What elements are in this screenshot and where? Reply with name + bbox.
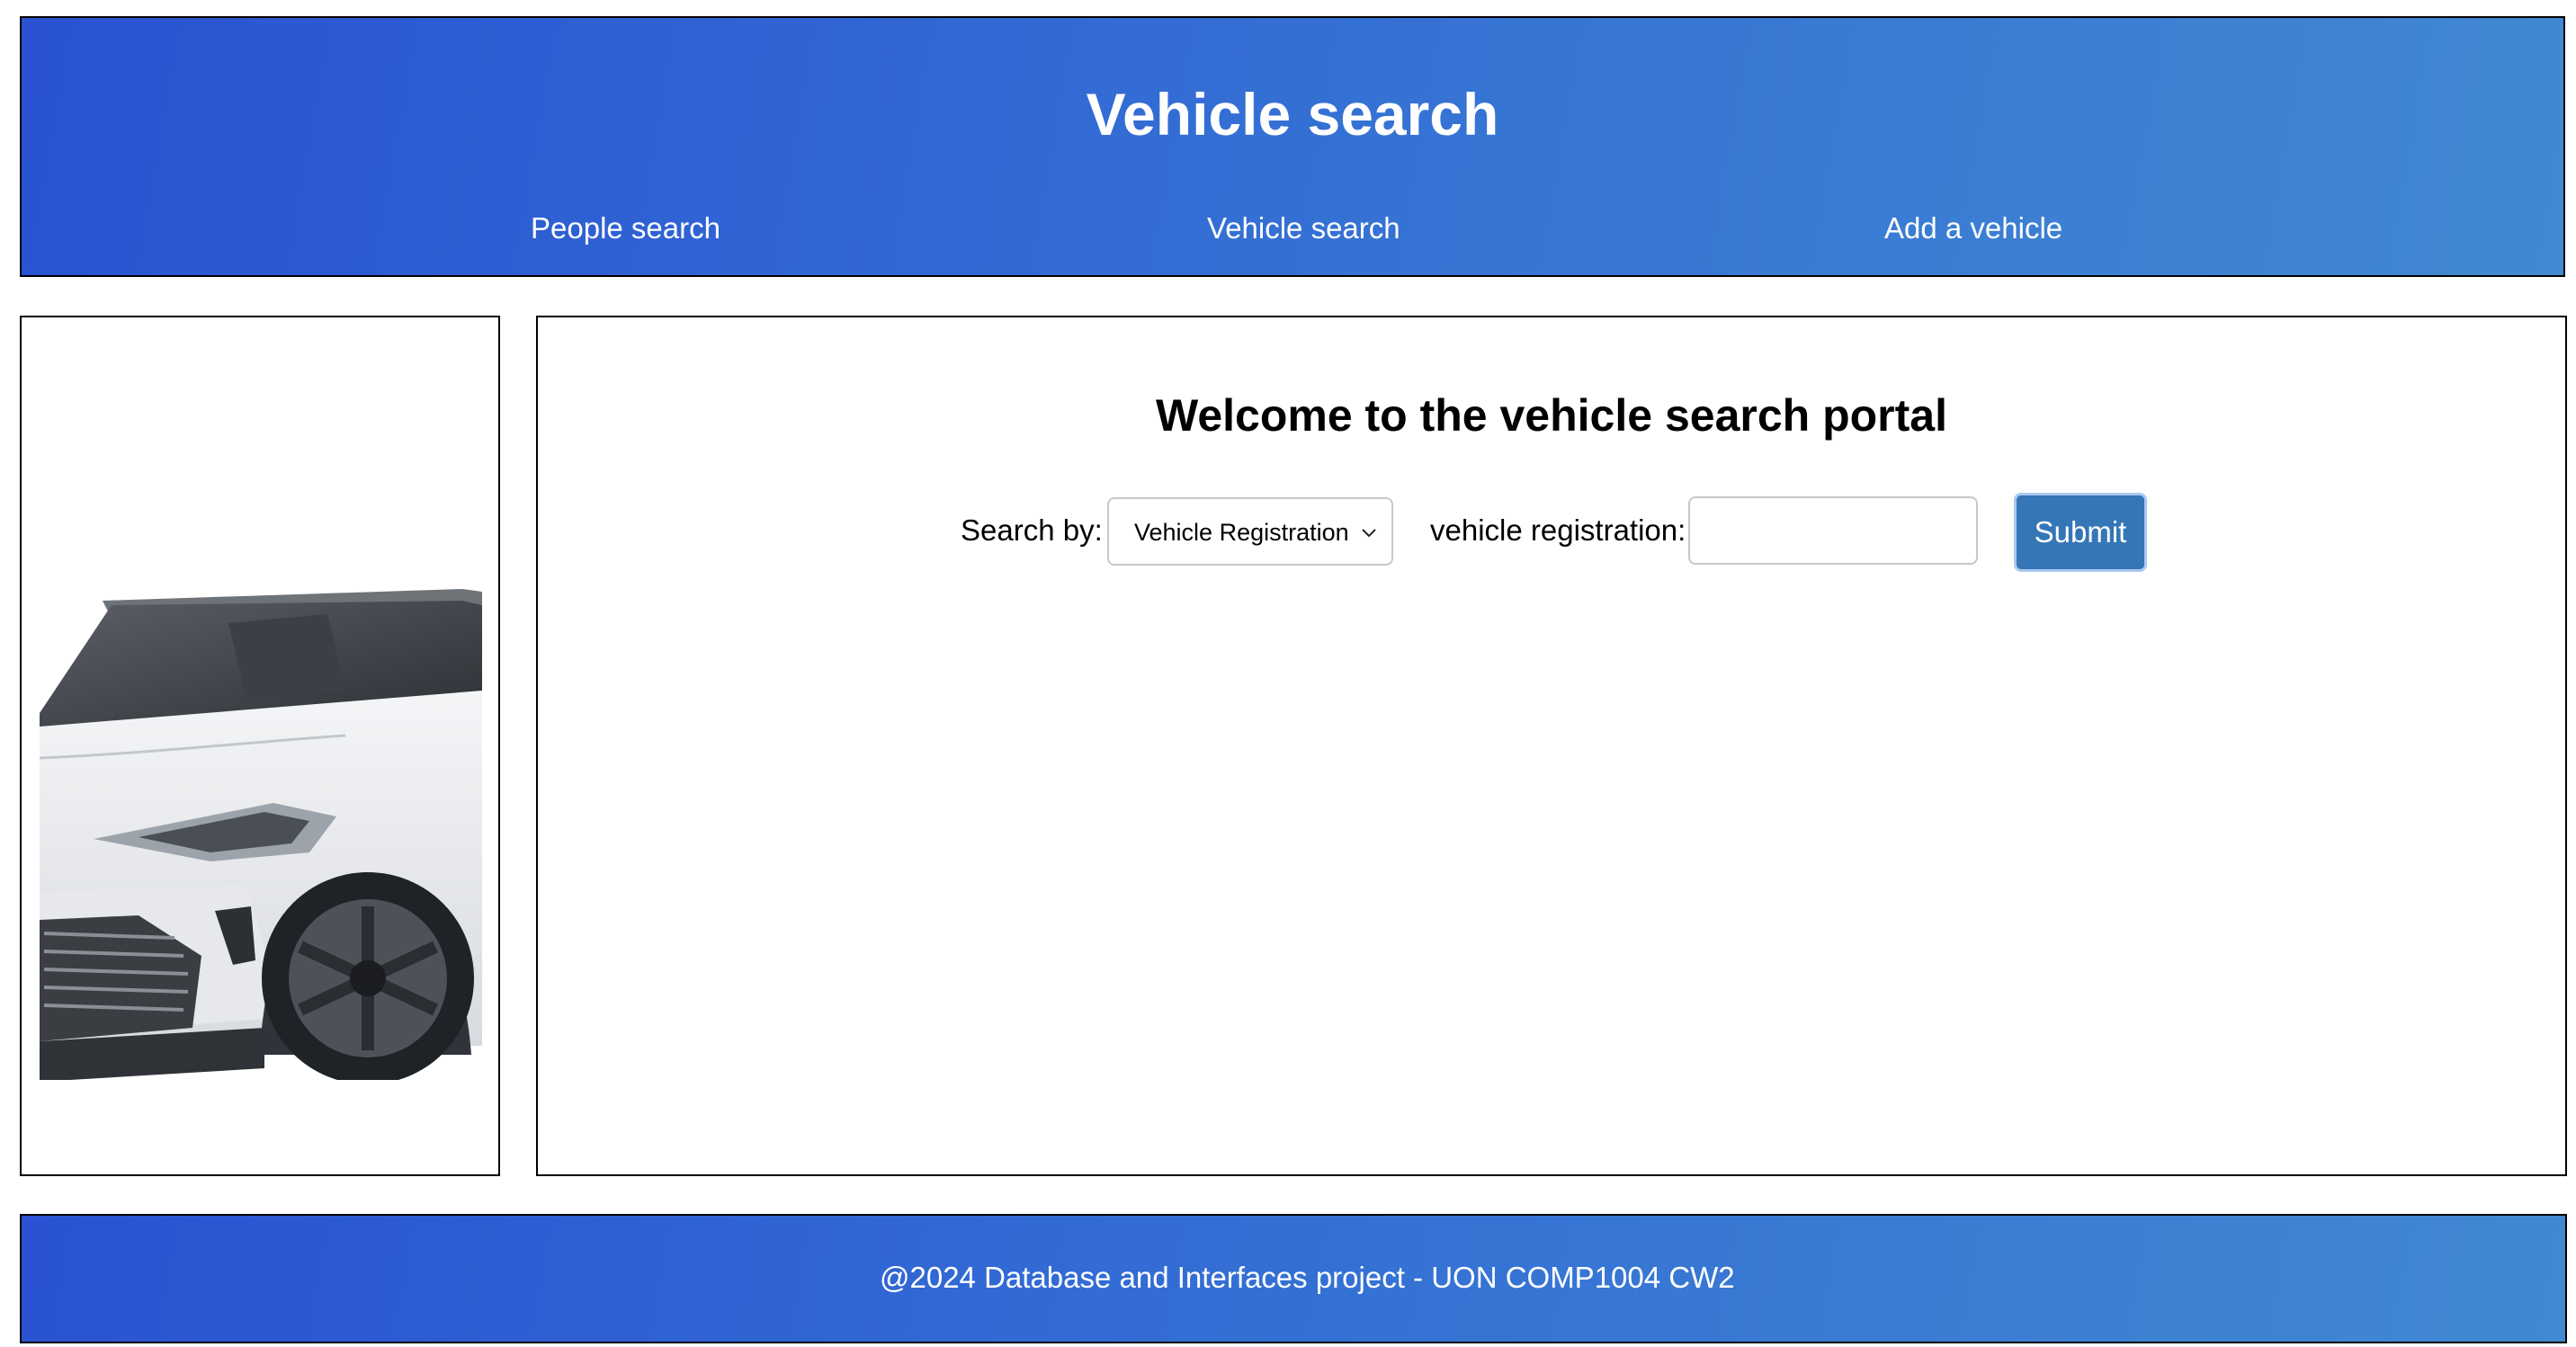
submit-button[interactable]: Submit — [2014, 493, 2147, 572]
nav-link-people-search[interactable]: People search — [531, 213, 720, 243]
registration-input[interactable] — [1688, 496, 1978, 565]
car-photo — [40, 551, 482, 1091]
sidebar-image-panel — [20, 316, 500, 1176]
search-panel: Welcome to the vehicle search portal Sea… — [536, 316, 2567, 1176]
nav-link-vehicle-search[interactable]: Vehicle search — [1207, 213, 1400, 243]
nav-link-add-vehicle[interactable]: Add a vehicle — [1884, 213, 2062, 243]
page-title: Vehicle search — [1086, 81, 1499, 147]
footer-text: @2024 Database and Interfaces project - … — [880, 1261, 1735, 1294]
search-by-label: Search by: — [961, 513, 1103, 547]
search-by-selected-value: Vehicle Registration — [1134, 519, 1349, 546]
site-header: Vehicle search People search Vehicle sea… — [20, 16, 2565, 277]
site-footer: @2024 Database and Interfaces project - … — [20, 1214, 2567, 1343]
search-by-select[interactable]: Vehicle Registration — [1107, 497, 1393, 566]
chevron-down-icon — [1362, 529, 1376, 538]
registration-label: vehicle registration: — [1430, 513, 1686, 547]
welcome-heading: Welcome to the vehicle search portal — [1156, 390, 1947, 441]
